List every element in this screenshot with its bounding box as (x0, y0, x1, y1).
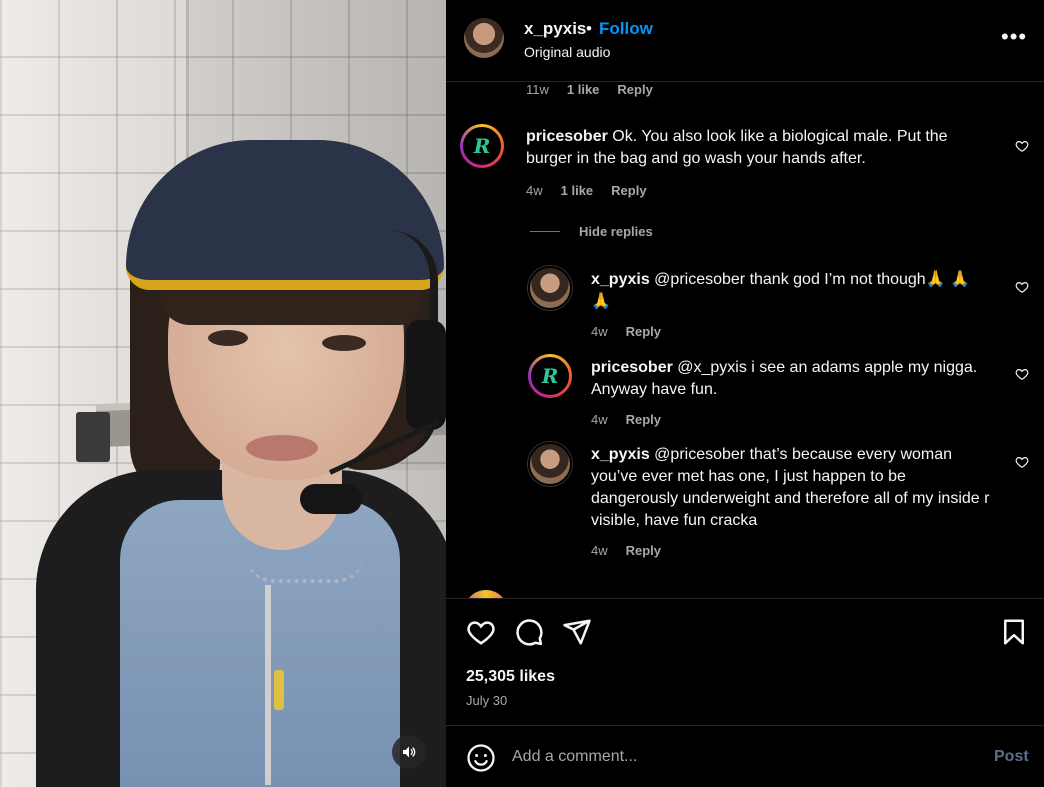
zipper-pull (274, 670, 284, 710)
shelf-bracket (76, 412, 110, 462)
necklace (246, 555, 364, 583)
reply-meta: 4w Reply (591, 543, 679, 558)
separator-dot: • (586, 19, 592, 38)
zipper (265, 585, 271, 785)
comment-time: 11w (526, 82, 549, 97)
author-avatar[interactable] (464, 18, 504, 58)
like-reply-heart-icon[interactable] (1015, 280, 1029, 294)
headset-mic (300, 484, 362, 514)
rockstar-logo: R (463, 127, 501, 165)
lips (246, 435, 318, 461)
reply-avatar[interactable] (528, 442, 572, 486)
heart-icon[interactable] (466, 617, 496, 647)
like-reply-heart-icon[interactable] (1015, 455, 1029, 469)
reel-video[interactable] (0, 0, 446, 787)
next-commenter-avatar[interactable] (464, 590, 508, 598)
author-username[interactable]: x_pyxis (524, 19, 586, 39)
bookmark-icon[interactable] (999, 617, 1029, 647)
comment: pricesober Ok. You also look like a biol… (526, 126, 996, 170)
hide-replies-line (530, 231, 560, 232)
comment-likes[interactable]: 1 like (561, 183, 594, 198)
comment-icon[interactable] (514, 617, 544, 647)
post-date: July 30 (466, 693, 508, 708)
reply-button[interactable]: Reply (611, 183, 646, 198)
post-comment-button[interactable]: Post (994, 748, 1029, 766)
reply-time: 4w (591, 412, 608, 427)
like-comment-heart-icon[interactable] (1015, 139, 1029, 153)
reply-avatar[interactable]: R (528, 354, 572, 398)
comment-input[interactable] (512, 741, 952, 773)
reply-meta: 4w Reply (591, 412, 679, 427)
speaker-icon (403, 746, 416, 758)
emoji-icon[interactable] (466, 743, 496, 773)
reply: pricesober @x_pyxis i see an adams apple… (591, 357, 1001, 401)
comment-time: 4w (526, 183, 543, 198)
reply-button[interactable]: Reply (626, 543, 661, 558)
post-actions: 25,305 likes July 30 (446, 598, 1044, 726)
headset-earcup (406, 320, 446, 430)
post-header: x_pyxis • Follow Original audio ••• (446, 0, 1044, 82)
reply-meta: 4w Reply (591, 324, 679, 339)
reply-text: @pricesober that’s because every woman y… (591, 446, 990, 529)
reply-button[interactable]: Reply (626, 412, 661, 427)
post-panel: x_pyxis • Follow Original audio ••• 11w 1… (446, 0, 1044, 787)
more-options-button[interactable]: ••• (1001, 24, 1027, 50)
reply-username[interactable]: x_pyxis (591, 446, 650, 463)
share-icon[interactable] (562, 617, 592, 647)
eye-right (322, 335, 366, 351)
eye-left (208, 330, 248, 346)
comments-list[interactable]: 11w 1 like Reply R pricesober Ok. You also… (446, 82, 1044, 598)
like-reply-heart-icon[interactable] (1015, 367, 1029, 381)
comment-meta: 4w 1 like Reply (526, 183, 665, 198)
rockstar-logo: R (531, 357, 569, 395)
reply: x_pyxis @pricesober that’s because every… (591, 444, 991, 532)
comment-composer: Post (446, 727, 1044, 787)
prev-comment-meta: 11w 1 like Reply (526, 82, 671, 97)
audio-link[interactable]: Original audio (524, 44, 610, 60)
reply-time: 4w (591, 324, 608, 339)
reply-avatar[interactable] (528, 266, 572, 310)
likes-count[interactable]: 25,305 likes (466, 668, 555, 686)
commenter-avatar[interactable]: R (460, 124, 504, 168)
hide-replies-button[interactable]: Hide replies (579, 224, 653, 239)
comment-likes[interactable]: 1 like (567, 82, 600, 97)
reply-username[interactable]: pricesober (591, 359, 673, 376)
mute-toggle-button[interactable] (392, 735, 426, 769)
reply-button[interactable]: Reply (617, 82, 652, 97)
reply-username[interactable]: x_pyxis (591, 271, 650, 288)
reply-time: 4w (591, 543, 608, 558)
comment-username[interactable]: pricesober (526, 128, 608, 145)
reply-button[interactable]: Reply (626, 324, 661, 339)
follow-button[interactable]: Follow (599, 19, 653, 39)
reply: x_pyxis @pricesober thank god I’m not th… (591, 269, 991, 313)
